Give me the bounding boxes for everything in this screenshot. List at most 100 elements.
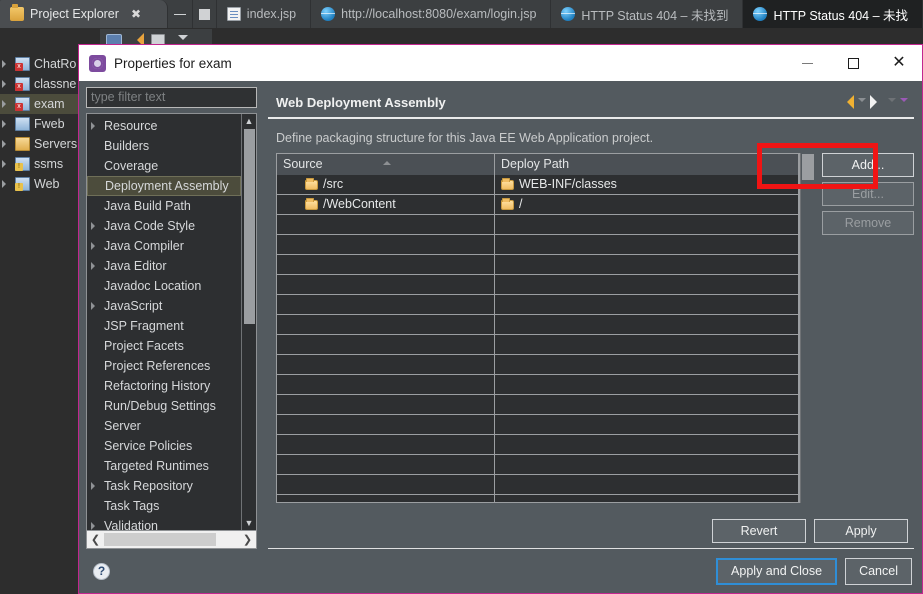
close-button[interactable]: ✕ — [876, 45, 922, 81]
project-item-chatro[interactable]: x ChatRo — [0, 54, 82, 74]
apply-and-close-button[interactable]: Apply and Close — [716, 557, 838, 585]
table-row-empty[interactable] — [277, 275, 799, 295]
settings-tree-item-jsp-fragment[interactable]: JSP Fragment — [87, 316, 241, 336]
table-row-empty[interactable] — [277, 435, 799, 455]
table-row-empty[interactable] — [277, 315, 799, 335]
chevron-right-icon[interactable] — [2, 120, 10, 128]
table-row-empty[interactable] — [277, 255, 799, 275]
ide-window-min[interactable] — [167, 0, 193, 28]
chevron-right-icon[interactable] — [91, 522, 99, 530]
chevron-right-icon[interactable] — [2, 60, 10, 68]
back-history-chevron-down-icon[interactable] — [858, 98, 866, 106]
add-button[interactable]: Add... — [822, 153, 914, 177]
settings-tree-item-resource[interactable]: Resource — [87, 116, 241, 136]
editor-tab-3[interactable]: HTTP Status 404 – 未找 — [743, 0, 923, 28]
editor-tab-0[interactable]: index.jsp — [216, 0, 312, 28]
table-row-empty[interactable] — [277, 215, 799, 235]
view-menu-icon[interactable] — [178, 34, 188, 45]
table-row[interactable]: /src WEB-INF/classes — [277, 175, 799, 195]
chevron-right-icon[interactable] — [91, 482, 99, 490]
chevron-right-icon[interactable] — [2, 140, 10, 148]
close-icon[interactable]: ✖ — [131, 7, 141, 21]
settings-tree-hscrollbar[interactable]: ❮ ❯ — [87, 530, 256, 548]
scrollbar-thumb[interactable] — [243, 129, 255, 324]
table-row-empty[interactable] — [277, 295, 799, 315]
project-item-servers[interactable]: Servers — [0, 134, 82, 154]
chevron-right-icon[interactable] — [2, 100, 10, 108]
chevron-right-icon[interactable] — [91, 262, 99, 270]
chevron-right-icon[interactable] — [91, 222, 99, 230]
chevron-right-icon[interactable] — [2, 180, 10, 188]
page-menu-chevron-down-icon[interactable] — [900, 98, 908, 106]
settings-tree-item-javascript[interactable]: JavaScript — [87, 296, 241, 316]
settings-tree-item-builders[interactable]: Builders — [87, 136, 241, 156]
remove-button[interactable]: Remove — [822, 211, 914, 235]
table-row[interactable]: /WebContent / — [277, 195, 799, 215]
project-item-exam[interactable]: x exam — [0, 94, 82, 114]
editor-tab-2[interactable]: HTTP Status 404 – 未找到 — [551, 0, 744, 28]
chevron-right-icon[interactable] — [2, 80, 10, 88]
settings-tree-item-java-editor[interactable]: Java Editor — [87, 256, 241, 276]
project-item-classne[interactable]: x classne — [0, 74, 82, 94]
chevron-right-icon[interactable] — [2, 160, 10, 168]
back-arrow-icon[interactable] — [840, 95, 854, 109]
settings-tree-item-java-code-style[interactable]: Java Code Style — [87, 216, 241, 236]
revert-button[interactable]: Revert — [712, 518, 806, 543]
scrollbar-thumb[interactable] — [802, 154, 814, 180]
table-row-empty[interactable] — [277, 415, 799, 435]
scroll-down-icon[interactable]: ▼ — [243, 516, 256, 530]
settings-tree-item-server[interactable]: Server — [87, 416, 241, 436]
chevron-right-icon[interactable] — [91, 302, 99, 310]
settings-tree-item-service-policies[interactable]: Service Policies — [87, 436, 241, 456]
settings-tree-item-java-compiler[interactable]: Java Compiler — [87, 236, 241, 256]
table-row-empty[interactable] — [277, 375, 799, 395]
minimize-button[interactable] — [784, 45, 830, 81]
tab-project-explorer[interactable]: Project Explorer ✖ — [0, 0, 168, 28]
maximize-button[interactable] — [830, 45, 876, 81]
scroll-left-icon[interactable]: ❮ — [87, 533, 104, 546]
project-item-ssms[interactable]: ! ssms — [0, 154, 82, 174]
forward-arrow-icon[interactable] — [870, 95, 884, 109]
table-row-empty[interactable] — [277, 475, 799, 495]
settings-tree-item-coverage[interactable]: Coverage — [87, 156, 241, 176]
table-row-empty[interactable] — [277, 455, 799, 475]
scroll-right-icon[interactable]: ❯ — [239, 533, 256, 546]
properties-gear-icon — [89, 54, 106, 72]
cell-deploy-path-empty — [495, 395, 799, 414]
project-item-fweb[interactable]: Fweb — [0, 114, 82, 134]
scroll-up-icon[interactable]: ▲ — [243, 114, 256, 128]
apply-button[interactable]: Apply — [814, 518, 908, 543]
table-row-empty[interactable] — [277, 395, 799, 415]
cancel-button[interactable]: Cancel — [845, 557, 912, 585]
table-row-empty[interactable] — [277, 355, 799, 375]
filter-input[interactable]: type filter text — [86, 87, 257, 108]
ide-window-max[interactable] — [192, 0, 217, 28]
settings-tree-item-refactoring-history[interactable]: Refactoring History — [87, 376, 241, 396]
editor-tab-1[interactable]: http://localhost:8080/exam/login.jsp — [311, 0, 552, 28]
settings-tree-item-run-debug-settings[interactable]: Run/Debug Settings — [87, 396, 241, 416]
chevron-right-icon[interactable] — [91, 242, 99, 250]
settings-tree-item-project-facets[interactable]: Project Facets — [87, 336, 241, 356]
chevron-right-icon[interactable] — [91, 122, 99, 130]
settings-tree-item-task-repository[interactable]: Task Repository — [87, 476, 241, 496]
folder-icon — [15, 137, 30, 151]
project-item-web[interactable]: ! Web — [0, 174, 82, 194]
settings-tree-item-validation[interactable]: Validation — [87, 516, 241, 530]
settings-tree-item-java-build-path[interactable]: Java Build Path — [87, 196, 241, 216]
properties-dialog: Properties for exam ✕ type filter text R… — [78, 44, 923, 594]
forward-history-chevron-down-icon[interactable] — [888, 98, 896, 106]
edit-button[interactable]: Edit... — [822, 182, 914, 206]
table-row-empty[interactable] — [277, 495, 799, 502]
settings-tree-item-task-tags[interactable]: Task Tags — [87, 496, 241, 516]
settings-tree-item-javadoc-location[interactable]: Javadoc Location — [87, 276, 241, 296]
table-row-empty[interactable] — [277, 335, 799, 355]
help-icon[interactable]: ? — [93, 562, 110, 580]
settings-tree-item-deployment-assembly[interactable]: Deployment Assembly — [87, 176, 241, 196]
settings-tree-item-project-references[interactable]: Project References — [87, 356, 241, 376]
table-row-empty[interactable] — [277, 235, 799, 255]
settings-tree-item-targeted-runtimes[interactable]: Targeted Runtimes — [87, 456, 241, 476]
assembly-table-vscrollbar[interactable] — [800, 153, 814, 503]
column-header-deploy-path[interactable]: Deploy Path — [495, 154, 799, 175]
hscrollbar-thumb[interactable] — [104, 533, 216, 546]
settings-tree-vscrollbar[interactable]: ▲ ▼ — [241, 114, 256, 530]
